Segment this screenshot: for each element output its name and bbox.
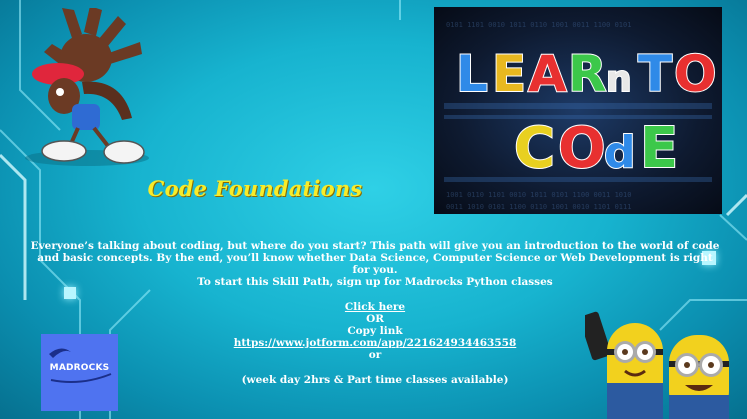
- svg-text:n: n: [606, 59, 632, 100]
- madrocks-logo: MADROCKS: [41, 334, 118, 411]
- minions-image: [585, 311, 729, 419]
- page-title: Code Foundations: [147, 176, 363, 201]
- svg-text:C: C: [514, 116, 555, 181]
- logo-text: MADROCKS: [49, 363, 110, 373]
- svg-text:E: E: [640, 116, 678, 181]
- svg-text:O: O: [558, 116, 606, 181]
- learn-to-code-text: L E A R n T O C O d E: [455, 44, 718, 182]
- learn-to-code-image: 0101 1101 0010 1011 0110 1001 0011 1100 …: [434, 7, 722, 214]
- svg-text:d: d: [604, 127, 636, 178]
- svg-text:L: L: [456, 45, 488, 103]
- svg-text:T: T: [638, 45, 672, 103]
- signup-text: To start this Skill Path, sign up for Ma…: [197, 276, 553, 288]
- intro-text: Everyone’s talking about coding, but whe…: [30, 240, 720, 276]
- cartoon-character-image: [25, 8, 149, 166]
- svg-text:O: O: [674, 45, 717, 103]
- svg-text:A: A: [528, 45, 567, 103]
- jotform-url-link[interactable]: https://www.jotform.com/app/221624934463…: [234, 337, 517, 349]
- svg-text:E: E: [492, 45, 526, 103]
- click-here-link[interactable]: Click here: [345, 301, 405, 313]
- svg-text:R: R: [568, 45, 607, 103]
